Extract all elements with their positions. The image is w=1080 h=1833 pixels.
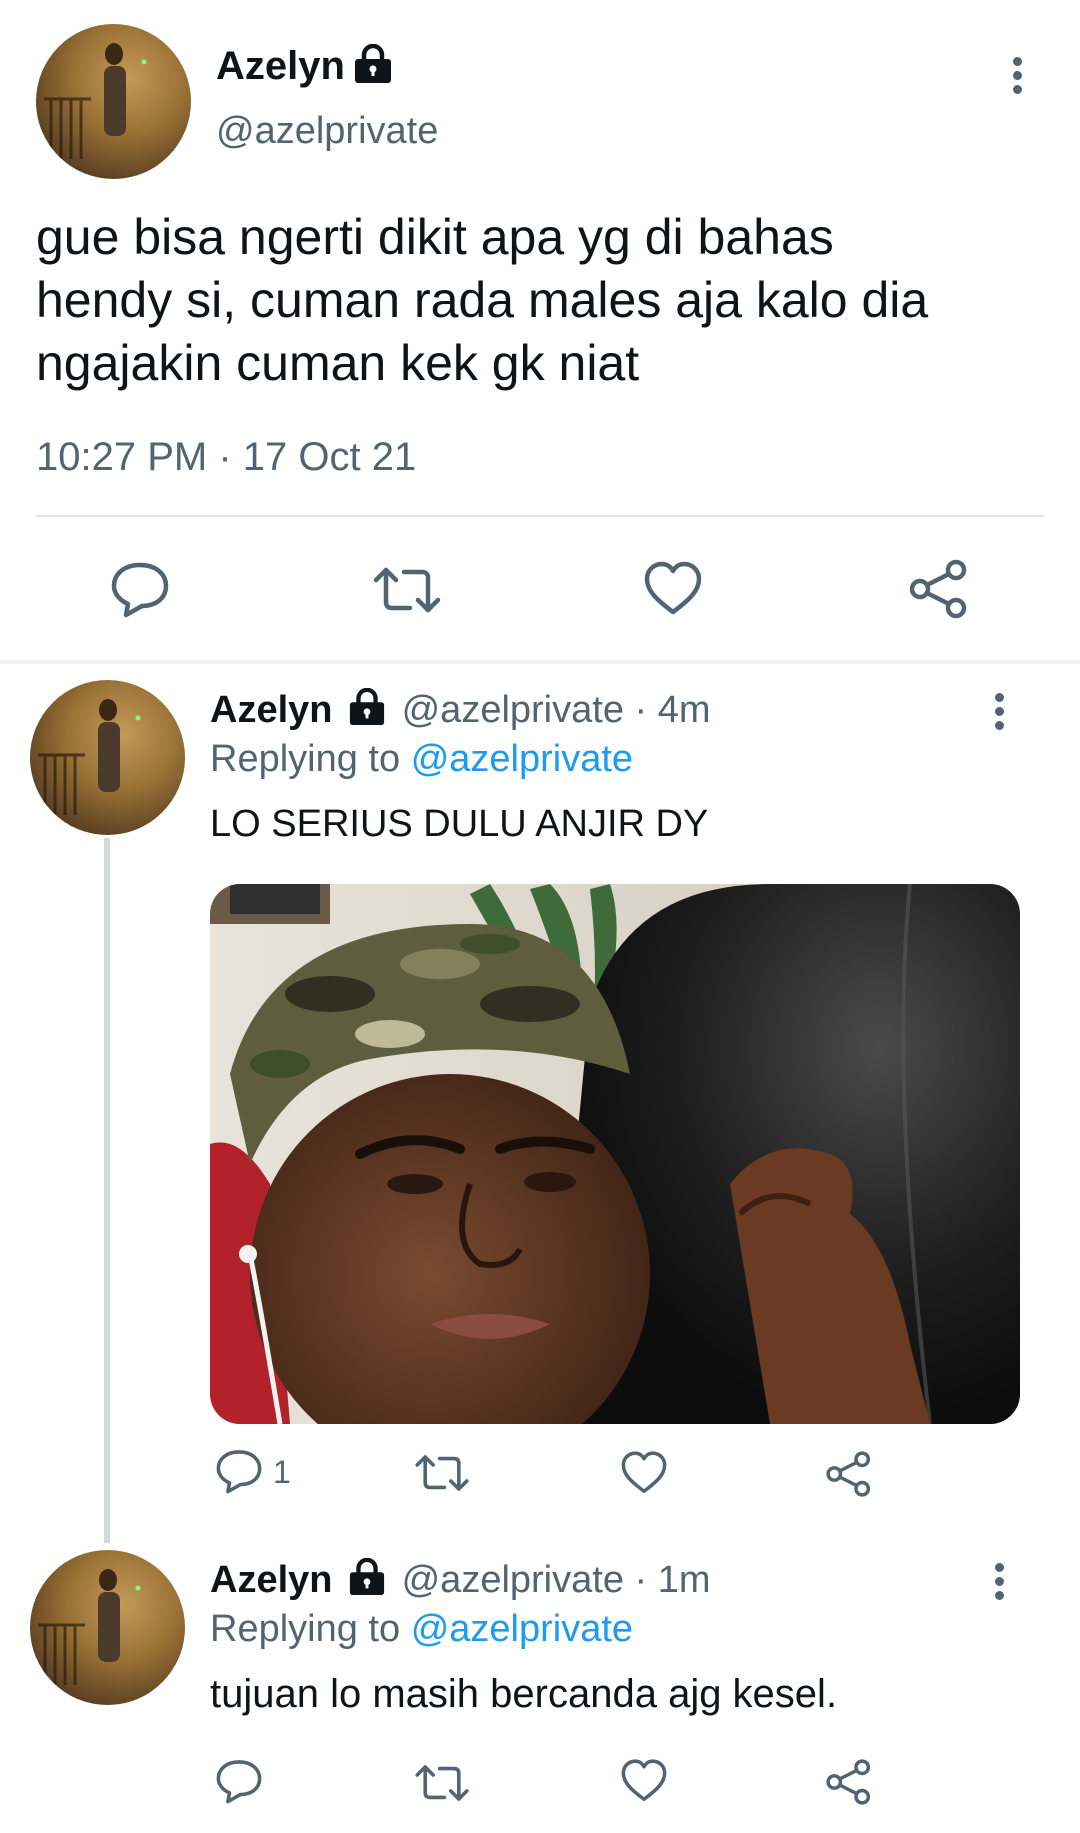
more-options-icon[interactable] [1005,52,1029,99]
lock-icon [352,43,394,89]
thread-line [104,838,110,1543]
display-name[interactable]: Azelyn [216,44,345,89]
handle[interactable]: @azelprivate [402,1559,624,1601]
share-icon[interactable] [825,1758,873,1806]
relative-time[interactable]: · 1m [635,1559,711,1601]
divider [36,515,1044,517]
tweet-text-line: gue bisa ngerti dikit apa yg di bahas [36,209,834,265]
handle[interactable]: @azelprivate [216,110,438,153]
like-icon[interactable] [643,560,703,618]
reply-text: tujuan lo masih bercanda ajg kesel. [210,1672,838,1716]
reply-icon[interactable] [110,560,170,618]
reply-header: Azelyn @azelprivate · 4m [210,687,711,736]
tweet-timestamp[interactable]: 10:27 PM · 17 Oct 21 [36,435,416,480]
replying-to: Replying to @azelprivate [210,1608,633,1651]
reply-header: Azelyn @azelprivate · 1m [210,1557,711,1606]
relative-time[interactable]: · 4m [635,689,711,731]
retweet-icon[interactable] [372,562,442,618]
more-options-icon[interactable] [987,1558,1011,1605]
more-options-icon[interactable] [987,688,1011,735]
like-icon[interactable] [620,1758,668,1804]
replying-to-label: Replying to [210,738,401,780]
tweet-text: gue bisa ngerti dikit apa yg di bahas he… [36,206,928,395]
retweet-icon[interactable] [414,1760,470,1806]
lock-icon [347,687,387,736]
replying-to-link[interactable]: @azelprivate [411,738,633,780]
share-icon[interactable] [908,558,970,620]
reply-count: 1 [273,1454,291,1490]
tweet-text-line: hendy si, cuman rada males aja kalo dia [36,272,929,328]
replying-to-label: Replying to [210,1608,401,1650]
like-icon[interactable] [620,1450,668,1496]
display-name[interactable]: Azelyn [210,1559,332,1601]
handle[interactable]: @azelprivate [402,689,624,731]
avatar[interactable] [36,24,191,179]
tweet-media-image[interactable] [210,884,1020,1424]
reply-text: LO SERIUS DULU ANJIR DY [210,803,709,845]
replying-to-link[interactable]: @azelprivate [411,1608,633,1650]
reply-icon[interactable] [215,1448,263,1494]
replying-to: Replying to @azelprivate [210,738,633,781]
retweet-icon[interactable] [414,1450,470,1496]
display-name[interactable]: Azelyn [210,689,332,731]
share-icon[interactable] [825,1450,873,1498]
lock-icon [347,1557,387,1606]
avatar[interactable] [30,1550,185,1705]
main-tweet: Azelyn @azelprivate gue bisa ngerti diki… [0,0,1080,664]
tweet-text-line: ngajakin cuman kek gk niat [36,335,640,391]
section-separator [0,660,1080,664]
avatar[interactable] [30,680,185,835]
reply-icon[interactable] [215,1758,263,1804]
